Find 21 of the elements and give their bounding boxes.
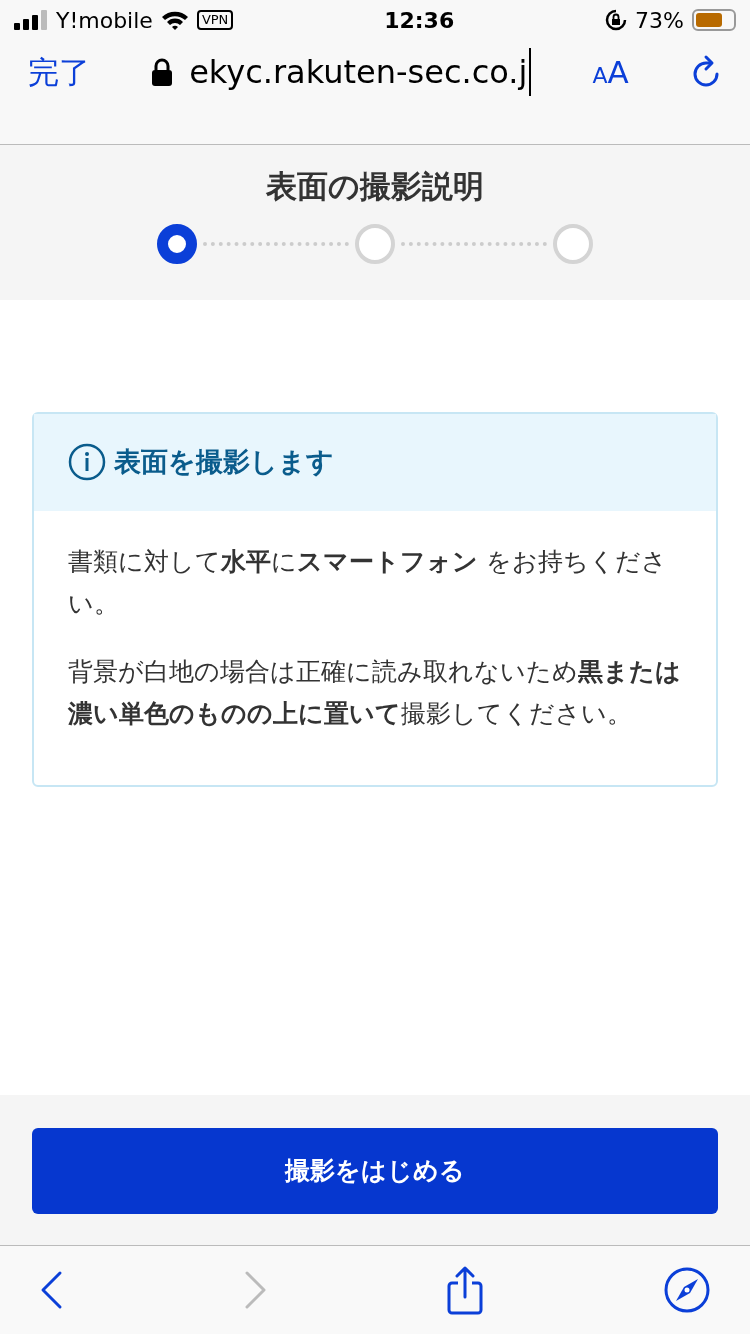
notice-heading: 表面を撮影します — [114, 445, 334, 479]
share-icon[interactable] — [445, 1265, 486, 1315]
carrier-name: Y!mobile — [56, 6, 153, 35]
vpn-badge: VPN — [196, 10, 234, 30]
text-size-button[interactable]: AA — [592, 48, 629, 96]
battery-percent: 73% — [635, 6, 684, 35]
back-icon[interactable] — [40, 1270, 64, 1310]
lock-icon — [151, 58, 174, 86]
done-link[interactable]: 完了 — [28, 48, 90, 96]
start-capture-button[interactable]: 撮影をはじめる — [32, 1128, 718, 1214]
clock-time: 12:36 — [384, 6, 455, 35]
wifi-icon — [160, 9, 189, 31]
url-text: ekyc.rakuten-sec.co.j — [189, 48, 532, 96]
compass-icon[interactable] — [663, 1267, 710, 1313]
page-title: 表面の撮影説明 — [265, 167, 485, 206]
notice-paragraph: 背景が白地の場合は正確に読み取れないため黒または濃い単色のものの上に置いて撮影してください。 — [68, 655, 682, 730]
info-icon — [68, 443, 106, 482]
notice-paragraph: 書類に対して水平にスマートフォン をお持ちください。 — [68, 545, 668, 620]
battery-icon — [692, 9, 736, 31]
signal-icon — [14, 10, 48, 30]
rotation-lock-icon — [605, 9, 628, 31]
